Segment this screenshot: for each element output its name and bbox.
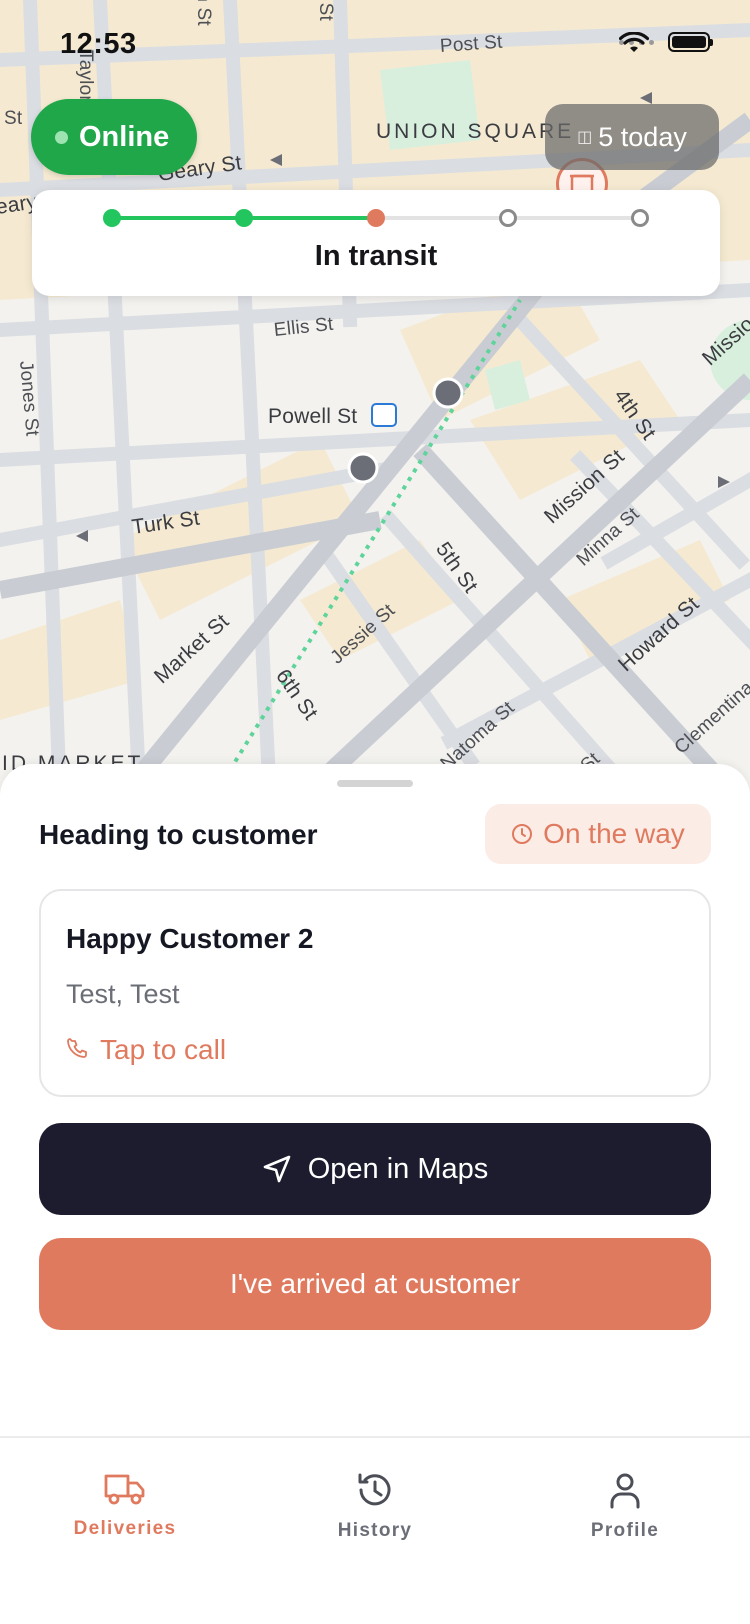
- map-label-st-left: St: [4, 108, 23, 129]
- history-icon: [358, 1473, 391, 1506]
- tap-to-call-label: Tap to call: [100, 1034, 227, 1065]
- on-the-way-label: On the way: [543, 818, 685, 849]
- arrived-at-customer-button[interactable]: I've arrived at customer: [39, 1238, 711, 1330]
- tab-deliveries[interactable]: Deliveries: [45, 1470, 205, 1540]
- open-in-maps-button[interactable]: Open in Maps: [39, 1123, 711, 1215]
- tab-deliveries-label: Deliveries: [73, 1518, 177, 1539]
- map-label-powell-top: Powell St: [314, 0, 336, 21]
- online-label: Online: [79, 120, 170, 153]
- map-label-mason: Mason St: [192, 0, 214, 26]
- clock-icon: [512, 824, 533, 844]
- tab-profile[interactable]: Profile: [545, 1470, 705, 1542]
- progress-step-4: [499, 209, 517, 227]
- arrived-at-customer-label: I've arrived at customer: [229, 1268, 521, 1299]
- person-icon: [610, 1473, 640, 1509]
- map-label-powell: Powell St: [268, 405, 358, 428]
- sheet-drag-handle[interactable]: [337, 780, 413, 787]
- online-status-dot: [55, 130, 68, 144]
- today-count-badge[interactable]: ◫ 5 today: [545, 104, 719, 170]
- today-count-label: 5 today: [598, 121, 687, 152]
- tab-profile-label: Profile: [590, 1520, 660, 1541]
- map-label-post: Post St: [439, 31, 504, 57]
- customer-name: Happy Customer 2: [66, 923, 314, 954]
- delivery-progress-card: In transit: [32, 190, 720, 296]
- navigation-arrow-icon: [263, 1155, 291, 1183]
- map-view[interactable]: Post St UNION SQUARE Geary St eary St St…: [0, 0, 750, 800]
- tap-to-call-link[interactable]: Tap to call: [66, 1034, 226, 1066]
- progress-step-1: [103, 209, 121, 227]
- bottom-tab-bar: Deliveries History Profile: [0, 1436, 750, 1624]
- tab-history-label: History: [337, 1520, 413, 1541]
- on-the-way-badge: On the way: [485, 804, 711, 864]
- truck-icon: [104, 1474, 145, 1505]
- sheet-title: Heading to customer: [39, 819, 318, 850]
- customer-address: Test, Test: [66, 979, 180, 1009]
- tab-history[interactable]: History: [295, 1470, 455, 1542]
- status-icons: [619, 32, 713, 52]
- open-in-maps-label: Open in Maps: [307, 1152, 489, 1185]
- battery-icon: [668, 32, 713, 52]
- progress-step-5: [631, 209, 649, 227]
- progress-step-2: [235, 209, 253, 227]
- online-toggle[interactable]: Online: [31, 99, 197, 175]
- progress-stepper: [103, 208, 649, 228]
- phone-icon: [67, 1038, 87, 1058]
- delivery-bottom-sheet: Heading to customer On the way Happy Cus…: [0, 764, 750, 1438]
- status-time: 12:53: [60, 28, 137, 60]
- package-icon: ◫: [577, 129, 593, 146]
- progress-status-label: In transit: [314, 240, 438, 272]
- progress-step-3: [367, 209, 385, 227]
- customer-card: Happy Customer 2 Test, Test Tap to call: [39, 889, 711, 1097]
- wifi-icon: [619, 32, 649, 52]
